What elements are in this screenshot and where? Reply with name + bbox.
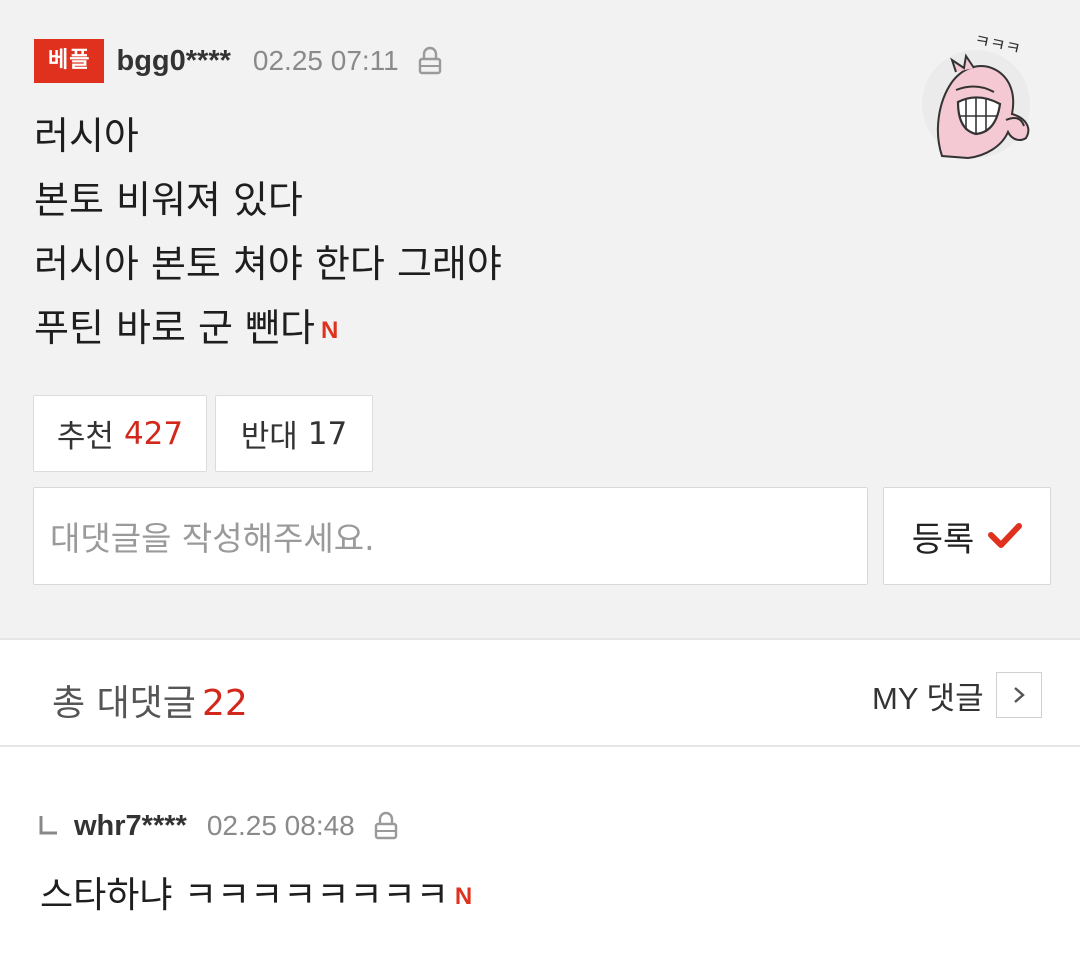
comment-meta: 베플 bgg0**** 02.25 07:11 [34, 38, 443, 84]
new-badge: N [454, 883, 473, 910]
comment-line: 러시아 본토 쳐야 한다 그래야 [34, 242, 502, 286]
my-replies-link[interactable]: MY 댓글 [872, 672, 1042, 718]
upvote-label: 추천 [56, 419, 114, 455]
downvote-label: 반대 [240, 419, 298, 455]
comment-line: 본토 비워져 있다 [34, 178, 303, 222]
chevron-right-icon[interactable] [995, 672, 1042, 718]
reply-total: 총 대댓글 22 [52, 674, 248, 726]
comment-line-last: 푸틴 바로 군 뺀다 N [34, 296, 502, 360]
upvote-count: 427 [123, 415, 184, 452]
reply-input[interactable]: 대댓글을 작성해주세요. [33, 487, 868, 585]
divider [0, 638, 1080, 640]
submit-button[interactable]: 등록 [883, 487, 1051, 585]
reply-body: 스타하냐 ㅋㅋㅋㅋㅋㅋㅋㅋ N [40, 866, 472, 927]
checkmark-icon [988, 523, 1023, 548]
comment-line: 러시아 [34, 114, 139, 158]
submit-label: 등록 [911, 519, 975, 560]
downvote-count: 17 [307, 415, 348, 452]
new-badge: N [320, 316, 339, 344]
lock-icon[interactable] [373, 810, 399, 842]
reply-username[interactable]: whr7**** [74, 810, 187, 843]
reply-arrow-icon [39, 816, 57, 835]
divider [0, 745, 1080, 747]
reply-input-placeholder: 대댓글을 작성해주세요. [50, 519, 375, 558]
comment-line: 푸틴 바로 군 뺀다 [34, 306, 315, 350]
upvote-button[interactable]: 추천 427 [33, 395, 207, 472]
reply-total-label: 총 대댓글 [52, 683, 196, 724]
sticker-laughing-character: ㅋㅋㅋ [922, 31, 1030, 160]
best-comment-panel: 베플 bgg0**** 02.25 07:11 ㅋㅋㅋ 러시아 본토 비워져 있… [0, 0, 1080, 638]
reply-meta: whr7**** 02.25 08:48 [38, 806, 399, 846]
reply-timestamp: 02.25 08:48 [206, 810, 355, 841]
reply-text: 스타하냐 ㅋㅋㅋㅋㅋㅋㅋㅋ [40, 875, 449, 916]
comment-body: 러시아 본토 비워져 있다 러시아 본토 쳐야 한다 그래야 푸틴 바로 군 뺀… [34, 104, 502, 360]
comment-username[interactable]: bgg0**** [116, 45, 230, 78]
my-replies-label: MY 댓글 [872, 680, 984, 716]
downvote-button[interactable]: 반대 17 [215, 395, 373, 472]
reply-total-count: 22 [201, 683, 248, 724]
best-badge: 베플 [34, 39, 105, 83]
comment-timestamp: 02.25 07:11 [252, 45, 399, 76]
lock-icon[interactable] [417, 45, 443, 77]
